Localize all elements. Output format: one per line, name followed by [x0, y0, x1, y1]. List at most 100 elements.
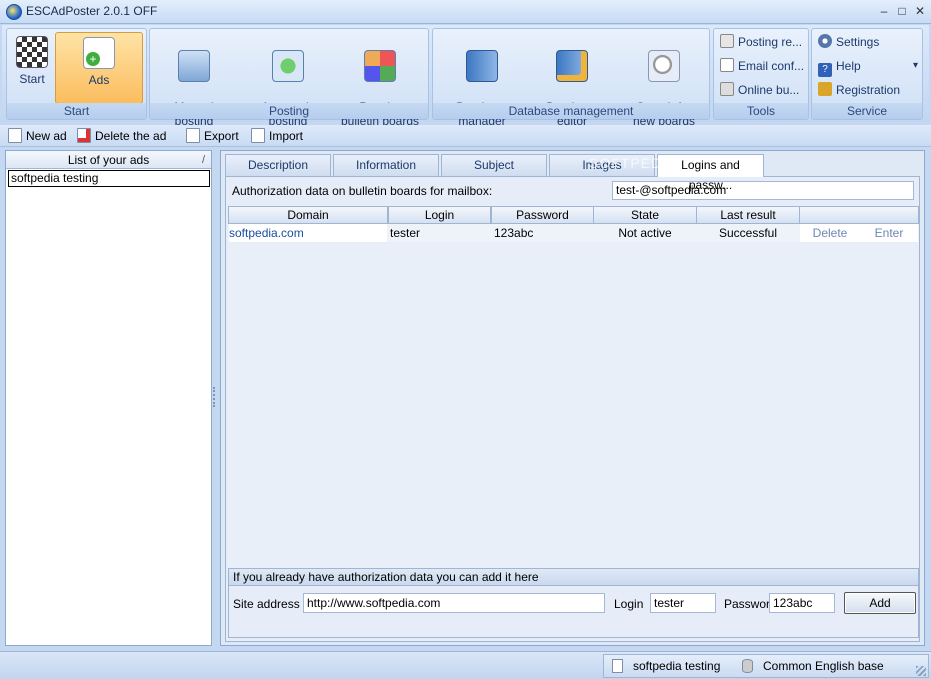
minimize-button[interactable]: – [876, 3, 892, 19]
database-manager-icon [466, 50, 498, 82]
resize-grip-icon[interactable] [916, 666, 926, 676]
maximize-button[interactable]: □ [894, 3, 910, 19]
email-icon [720, 58, 734, 72]
close-button[interactable]: ✕ [912, 3, 928, 19]
email-config-button[interactable]: Email conf... [720, 55, 804, 77]
delete-link[interactable]: Delete [800, 224, 860, 242]
new-ad-button[interactable]: New ad [8, 128, 67, 145]
manual-posting-icon [178, 50, 210, 82]
status-base: Common English base [742, 659, 884, 673]
popular-bulletin-boards-button[interactable]: Popular bulletin boards [334, 32, 426, 128]
import-icon [251, 128, 265, 143]
enter-link[interactable]: Enter [860, 224, 918, 242]
document-icon [612, 659, 623, 673]
delete-ad-button[interactable]: Delete the ad [77, 128, 166, 145]
softpedia-watermark: SOFTPEDIA [589, 155, 678, 171]
login-input[interactable]: tester [650, 593, 716, 613]
automatic-posting-button[interactable]: Automatic posting [246, 32, 330, 128]
magnifier-icon [648, 50, 680, 82]
app-logo-icon [6, 4, 22, 20]
group-label-database-management: Database management [433, 103, 709, 119]
start-button[interactable]: Start [9, 32, 55, 104]
ribbon-group-posting: Manual posting Automatic posting Popular… [149, 28, 429, 128]
settings-label: Settings [836, 35, 880, 49]
registration-label: Registration [836, 83, 901, 97]
registration-button[interactable]: Registration [818, 79, 900, 101]
add-credentials-box: If you already have authorization data y… [228, 568, 919, 638]
new-ad-label: New ad [26, 129, 67, 143]
new-ad-icon: + [83, 37, 115, 69]
password-input[interactable]: 123abc [769, 593, 835, 613]
grid-cell-password[interactable]: 123abc [494, 224, 592, 242]
group-label-tools: Tools [714, 103, 808, 119]
checkered-flag-icon [16, 36, 48, 68]
export-label: Export [204, 129, 239, 143]
export-button[interactable]: Export [186, 128, 239, 145]
status-ad-name: softpedia testing [633, 659, 721, 673]
database-icon [742, 659, 753, 673]
delete-ad-label: Delete the ad [95, 129, 167, 143]
grid-header-last-result[interactable]: Last result [696, 206, 800, 224]
ads-button[interactable]: + Ads [55, 32, 143, 104]
tab-description[interactable]: Description [225, 154, 331, 176]
title-bar: ESCAdPoster 2.0.1 OFF – □ ✕ [0, 0, 931, 24]
settings-button[interactable]: Settings [818, 31, 879, 53]
import-button[interactable]: Import [251, 128, 303, 145]
grid-cell-domain[interactable]: softpedia.com [229, 224, 387, 242]
posting-report-button[interactable]: Posting re... [720, 31, 802, 53]
email-config-label: Email conf... [738, 59, 805, 73]
auth-mailbox-label: Authorization data on bulletin boards fo… [232, 184, 493, 198]
site-address-input[interactable]: http://www.softpedia.com [303, 593, 605, 613]
grid-cell-last-result: Successful [718, 226, 778, 240]
panel-splitter[interactable] [213, 387, 217, 407]
grid-header-actions [799, 206, 919, 224]
database-manager-button[interactable]: Database manager [439, 32, 525, 128]
bulletin-boards-icon [364, 50, 396, 82]
export-icon [186, 128, 200, 143]
start-label: Start [19, 72, 45, 86]
tab-information[interactable]: Information [333, 154, 439, 176]
grid-header-password[interactable]: Password [491, 206, 594, 224]
ribbon-group-start: Start + Ads Start [6, 28, 147, 120]
group-label-service: Service [812, 103, 922, 119]
grid-header-state[interactable]: State [593, 206, 697, 224]
ads-list-item[interactable]: softpedia testing [8, 170, 210, 187]
ads-list-header[interactable]: List of your ads / [6, 151, 211, 169]
grid-header-domain[interactable]: Domain [228, 206, 388, 224]
database-editor-button[interactable]: Database editor [531, 32, 613, 128]
status-base-name: Common English base [763, 659, 884, 673]
key-icon [818, 82, 832, 96]
ribbon: Start + Ads Start Manual posting Automat… [2, 25, 929, 128]
window-title: ESCAdPoster 2.0.1 OFF [26, 4, 158, 18]
ads-label: Ads [88, 73, 110, 87]
report-icon [720, 34, 734, 48]
add-credentials-caption: If you already have authorization data y… [229, 569, 918, 586]
group-label-start: Start [7, 103, 146, 119]
status-panel: softpedia testing Common English base [603, 654, 929, 678]
grid-cell-login[interactable]: tester [390, 224, 490, 242]
chevron-down-icon[interactable]: ▾ [913, 55, 918, 77]
search-new-boards-button[interactable]: Search for new boards [621, 32, 707, 128]
ads-toolbar: New ad Delete the ad Export Import [0, 125, 931, 147]
add-button[interactable]: Add [844, 592, 916, 614]
login-label: Login [614, 597, 644, 611]
online-bulletin-button[interactable]: Online bu... [720, 79, 799, 101]
database-editor-icon [556, 50, 588, 82]
ribbon-group-database-management: Database manager Database editor Search … [432, 28, 710, 128]
tab-subject[interactable]: Subject [441, 154, 547, 176]
help-label: Help [836, 59, 861, 73]
gear-icon [818, 34, 832, 48]
manual-posting-button[interactable]: Manual posting [154, 32, 234, 128]
posting-report-label: Posting re... [738, 35, 803, 49]
ad-details-panel: Description Information Subject Images L… [220, 150, 925, 646]
sort-indicator-icon: / [201, 154, 205, 166]
help-button[interactable]: ? Help ▾ [818, 55, 918, 77]
grid-cell-state: Not active [618, 226, 672, 240]
ribbon-group-service: Settings ? Help ▾ Registration Service [811, 28, 923, 120]
group-label-posting: Posting [150, 103, 428, 119]
delete-document-icon [77, 128, 91, 143]
help-icon: ? [818, 63, 832, 77]
grid-header-login[interactable]: Login [388, 206, 491, 224]
auth-mailbox-field[interactable]: test-@softpedia.com [612, 181, 914, 200]
site-address-label: Site address [233, 597, 300, 611]
